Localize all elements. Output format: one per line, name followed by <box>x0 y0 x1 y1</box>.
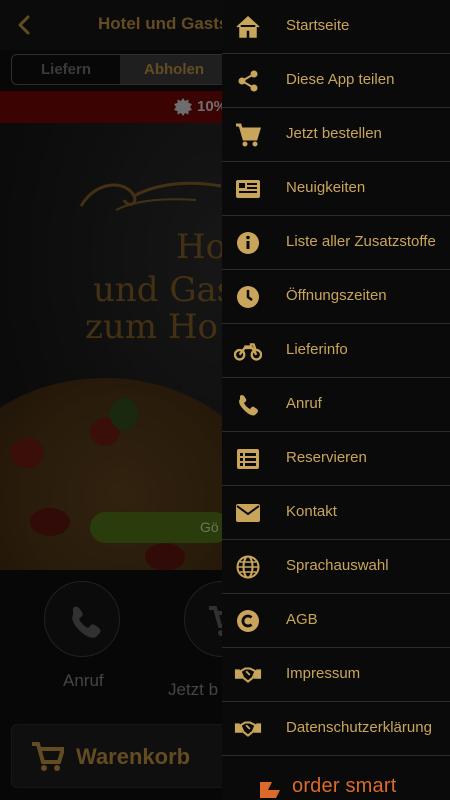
menu-item-label: Liste aller Zusatzstoffe <box>286 233 436 250</box>
menu-item-neuigkeiten[interactable]: Neuigkeiten <box>222 162 450 216</box>
menu-item-bestellen[interactable]: Jetzt bestellen <box>222 108 450 162</box>
menu-item-label: Reservieren <box>286 449 367 466</box>
phone-icon <box>234 391 262 419</box>
menu-item-impressum[interactable]: Impressum <box>222 648 450 702</box>
menu-item-label: Lieferinfo <box>286 341 348 358</box>
news-icon <box>234 175 262 203</box>
menu-item-reservieren[interactable]: Reservieren <box>222 432 450 486</box>
motorcycle-icon <box>234 337 262 365</box>
handshake-icon <box>234 661 262 689</box>
menu-item-startseite[interactable]: Startseite <box>222 0 450 54</box>
menu-item-label: Sprachauswahl <box>286 557 389 574</box>
menu-item-share[interactable]: Diese App teilen <box>222 54 450 108</box>
share-icon <box>234 67 262 95</box>
cart-icon <box>234 121 262 149</box>
mail-icon <box>234 499 262 527</box>
globe-icon <box>234 553 262 581</box>
menu-item-label: Datenschutzerklärung <box>286 719 432 736</box>
menu-item-label: Öffnungszeiten <box>286 287 387 304</box>
info-icon <box>234 229 262 257</box>
menu-item-label: AGB <box>286 611 318 628</box>
order-smart-logo-icon <box>260 782 280 798</box>
menu-item-label: Diese App teilen <box>286 71 395 88</box>
home-icon <box>234 13 262 41</box>
copyright-icon <box>234 607 262 635</box>
menu-item-label: Impressum <box>286 665 361 682</box>
menu-item-zusatzstoffe[interactable]: Liste aller Zusatzstoffe <box>222 216 450 270</box>
menu-item-agb[interactable]: AGB <box>222 594 450 648</box>
menu-item-label: Startseite <box>286 17 350 34</box>
menu-item-label: Jetzt bestellen <box>286 125 382 142</box>
menu-item-kontakt[interactable]: Kontakt <box>222 486 450 540</box>
menu-item-label: Neuigkeiten <box>286 179 366 196</box>
clock-icon <box>234 283 262 311</box>
menu-item-oeffnungszeiten[interactable]: Öffnungszeiten <box>222 270 450 324</box>
brand-label: order smart <box>292 775 397 797</box>
menu-item-label: Kontakt <box>286 503 337 520</box>
list-icon <box>234 445 262 473</box>
handshake-icon <box>234 715 262 743</box>
menu-item-lieferinfo[interactable]: Lieferinfo <box>222 324 450 378</box>
menu-item-label: Anruf <box>286 395 322 412</box>
navigation-drawer: Startseite Diese App teilen Jetzt bestel… <box>222 0 450 800</box>
menu-item-datenschutz[interactable]: Datenschutzerklärung <box>222 702 450 756</box>
menu-item-sprachauswahl[interactable]: Sprachauswahl <box>222 540 450 594</box>
menu-item-anruf[interactable]: Anruf <box>222 378 450 432</box>
